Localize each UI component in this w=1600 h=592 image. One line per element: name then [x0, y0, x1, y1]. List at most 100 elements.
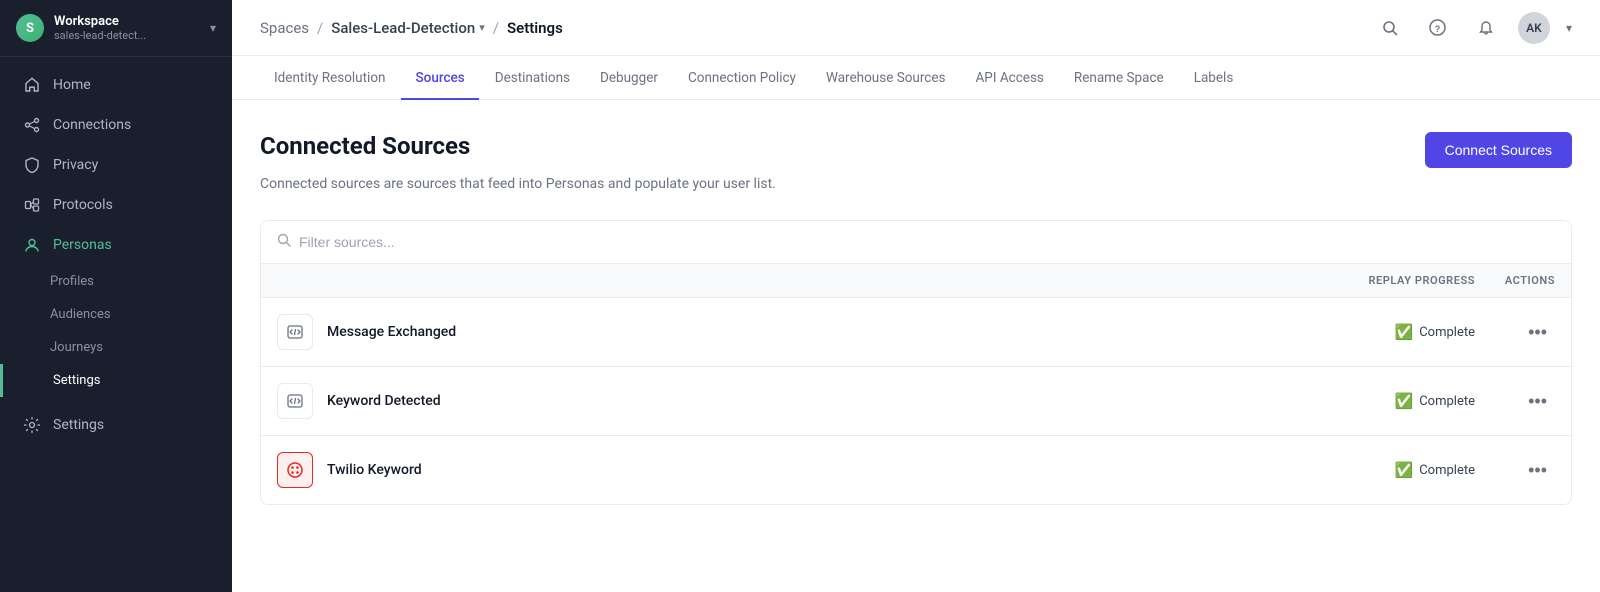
filter-search-icon: [277, 233, 291, 251]
th-replay-progress: REPLAY PROGRESS: [1295, 274, 1475, 287]
space-name-text: Sales-Lead-Detection: [331, 19, 475, 37]
sidebar-subitem-profiles[interactable]: Profiles: [0, 265, 232, 298]
sidebar-item-settings[interactable]: Settings: [0, 405, 232, 445]
tab-identity-resolution[interactable]: Identity Resolution: [260, 56, 399, 100]
sidebar-subitem-settings[interactable]: Settings: [0, 364, 232, 397]
settings-sub-label: Settings: [53, 373, 100, 388]
code-icon-2: [286, 392, 304, 410]
help-icon: ?: [1429, 19, 1446, 36]
source-name-keyword-detected: Keyword Detected: [327, 393, 1295, 409]
sidebar-item-personas-label: Personas: [53, 237, 112, 253]
breadcrumb-sep-2: /: [493, 19, 499, 37]
source-row-twilio-keyword: Twilio Keyword ✅ Complete •••: [261, 436, 1571, 504]
workspace-sub: sales-lead-detect...: [54, 29, 200, 42]
audiences-label: Audiences: [50, 307, 111, 322]
sidebar-item-privacy[interactable]: Privacy: [0, 145, 232, 185]
sidebar-item-connections[interactable]: Connections: [0, 105, 232, 145]
sidebar-item-protocols[interactable]: Protocols: [0, 185, 232, 225]
complete-check-icon-3: ✅: [1395, 461, 1414, 479]
avatar-chevron-icon[interactable]: ▾: [1566, 21, 1572, 35]
source-status-message-exchanged: ✅ Complete: [1295, 323, 1475, 341]
help-button[interactable]: ?: [1422, 12, 1454, 44]
privacy-icon: [23, 156, 41, 174]
workspace-name: Workspace: [54, 14, 200, 29]
breadcrumb: Spaces / Sales-Lead-Detection ▾ / Settin…: [260, 19, 563, 37]
workspace-chevron-icon: ▾: [210, 21, 216, 35]
source-row-message-exchanged: Message Exchanged ✅ Complete •••: [261, 298, 1571, 367]
page-description: Connected sources are sources that feed …: [260, 176, 1572, 192]
workspace-header[interactable]: S Workspace sales-lead-detect... ▾: [0, 0, 232, 57]
breadcrumb-sep-1: /: [317, 19, 323, 37]
source-icon-twilio-keyword: [277, 452, 313, 488]
breadcrumb-spaces-link[interactable]: Spaces: [260, 19, 309, 37]
tab-sources[interactable]: Sources: [401, 56, 478, 100]
bell-icon: [1478, 20, 1494, 36]
code-icon: [286, 323, 304, 341]
status-text-twilio-keyword: Complete: [1419, 463, 1475, 478]
sidebar-item-privacy-label: Privacy: [53, 157, 98, 173]
tab-destinations[interactable]: Destinations: [481, 56, 584, 100]
tab-debugger[interactable]: Debugger: [586, 56, 672, 100]
notifications-button[interactable]: [1470, 12, 1502, 44]
top-header: Spaces / Sales-Lead-Detection ▾ / Settin…: [232, 0, 1600, 56]
personas-icon: [23, 236, 41, 254]
sidebar-item-home[interactable]: Home: [0, 65, 232, 105]
th-actions: ACTIONS: [1475, 274, 1555, 287]
source-row-keyword-detected: Keyword Detected ✅ Complete •••: [261, 367, 1571, 436]
tab-labels[interactable]: Labels: [1180, 56, 1248, 100]
connect-sources-button[interactable]: Connect Sources: [1425, 132, 1572, 168]
status-text-keyword-detected: Complete: [1419, 394, 1475, 409]
sidebar-item-settings-label: Settings: [53, 417, 104, 433]
source-icon-message-exchanged: [277, 314, 313, 350]
page-content: Connected Sources Connect Sources Connec…: [232, 100, 1600, 592]
source-actions-twilio-keyword: •••: [1475, 456, 1555, 485]
avatar[interactable]: AK: [1518, 12, 1550, 44]
sidebar-nav: Home Connections Privacy: [0, 57, 232, 592]
filter-row: [261, 221, 1571, 264]
sidebar-subitem-audiences[interactable]: Audiences: [0, 298, 232, 331]
source-status-twilio-keyword: ✅ Complete: [1295, 461, 1475, 479]
tab-api-access[interactable]: API Access: [962, 56, 1058, 100]
tabs-bar: Identity Resolution Sources Destinations…: [232, 56, 1600, 100]
tab-connection-policy[interactable]: Connection Policy: [674, 56, 810, 100]
header-actions: ? AK ▾: [1374, 12, 1572, 44]
sidebar-subitem-journeys[interactable]: Journeys: [0, 331, 232, 364]
source-more-button-message-exchanged[interactable]: •••: [1520, 318, 1555, 347]
source-status-keyword-detected: ✅ Complete: [1295, 392, 1475, 410]
connections-icon: [23, 116, 41, 134]
source-more-button-twilio-keyword[interactable]: •••: [1520, 456, 1555, 485]
filter-sources-input[interactable]: [299, 234, 1555, 250]
twilio-icon: [286, 461, 304, 479]
source-icon-keyword-detected: [277, 383, 313, 419]
complete-check-icon-2: ✅: [1395, 392, 1414, 410]
breadcrumb-current: Settings: [507, 19, 563, 37]
complete-check-icon: ✅: [1395, 323, 1414, 341]
space-chevron-icon: ▾: [479, 21, 485, 34]
main-content: Spaces / Sales-Lead-Detection ▾ / Settin…: [232, 0, 1600, 592]
source-name-message-exchanged: Message Exchanged: [327, 324, 1295, 340]
status-text-message-exchanged: Complete: [1419, 325, 1475, 340]
sidebar-item-connections-label: Connections: [53, 117, 131, 133]
source-more-button-keyword-detected[interactable]: •••: [1520, 387, 1555, 416]
settings-icon: [23, 416, 41, 434]
page-header: Connected Sources Connect Sources: [260, 132, 1572, 168]
source-actions-keyword-detected: •••: [1475, 387, 1555, 416]
sources-table: REPLAY PROGRESS ACTIONS Message Exchange…: [260, 220, 1572, 505]
tab-rename-space[interactable]: Rename Space: [1060, 56, 1178, 100]
sidebar: S Workspace sales-lead-detect... ▾ Home: [0, 0, 232, 592]
source-actions-message-exchanged: •••: [1475, 318, 1555, 347]
breadcrumb-space-name[interactable]: Sales-Lead-Detection ▾: [331, 19, 485, 37]
table-header: REPLAY PROGRESS ACTIONS: [261, 264, 1571, 298]
source-name-twilio-keyword: Twilio Keyword: [327, 462, 1295, 478]
journeys-label: Journeys: [50, 340, 103, 355]
protocols-icon: [23, 196, 41, 214]
sidebar-item-protocols-label: Protocols: [53, 197, 113, 213]
search-icon: [1382, 20, 1398, 36]
sidebar-item-personas[interactable]: Personas: [0, 225, 232, 265]
workspace-info: Workspace sales-lead-detect...: [54, 14, 200, 42]
tab-warehouse-sources[interactable]: Warehouse Sources: [812, 56, 960, 100]
profiles-label: Profiles: [50, 274, 94, 289]
search-button[interactable]: [1374, 12, 1406, 44]
home-icon: [23, 76, 41, 94]
page-title: Connected Sources: [260, 132, 470, 160]
